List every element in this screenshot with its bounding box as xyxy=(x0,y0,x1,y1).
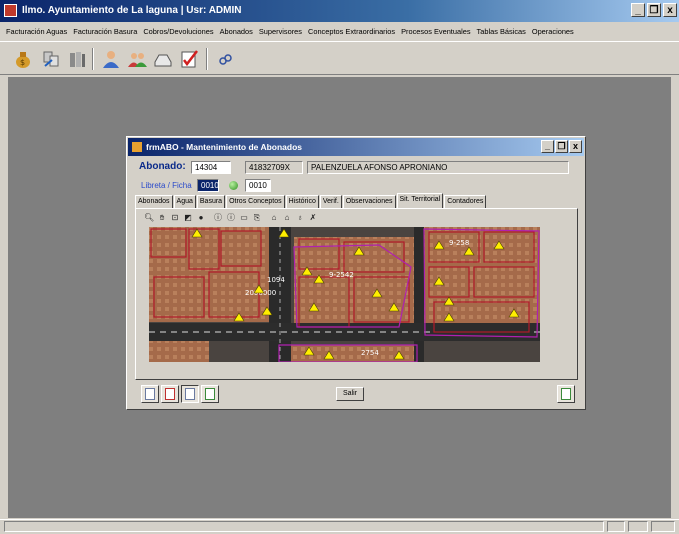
delete-record-button[interactable] xyxy=(161,385,179,403)
libreta-field[interactable]: 0010 xyxy=(197,179,219,192)
tray-icon[interactable] xyxy=(152,48,174,70)
form-icon xyxy=(132,142,142,152)
menu-tablas-basicas[interactable]: Tablas Básicas xyxy=(477,27,526,36)
dialog-minimize-button[interactable]: _ xyxy=(541,140,554,153)
map-label-9-258: 9-258 xyxy=(449,239,469,247)
menu-cobros-devoluciones[interactable]: Cobros/Devoluciones xyxy=(143,27,213,36)
app-titlebar: Ilmo. Ayuntamiento de La laguna | Usr: A… xyxy=(0,0,679,22)
print-record-button[interactable] xyxy=(201,385,219,403)
status-ok-icon xyxy=(229,181,238,190)
menu-procesos-eventuales[interactable]: Procesos Eventuales xyxy=(401,27,470,36)
status-bar xyxy=(0,519,679,534)
map-label-1094: 1094 xyxy=(267,276,285,284)
user-icon[interactable] xyxy=(100,48,122,70)
name-field[interactable]: PALENZUELA AFONSO APRONIANO xyxy=(307,161,569,174)
tab-agua[interactable]: Agua xyxy=(173,195,196,208)
export-document-button[interactable] xyxy=(557,385,575,403)
tab-abonados[interactable]: Abonados xyxy=(135,195,173,208)
new-record-button[interactable] xyxy=(141,385,159,403)
pan-hand-icon[interactable]: ✋︎ xyxy=(157,213,167,223)
restore-button[interactable]: ❐ xyxy=(647,3,661,17)
svg-text:$: $ xyxy=(20,58,25,67)
select-rect-icon[interactable]: ▭ xyxy=(239,213,249,223)
menu-operaciones[interactable]: Operaciones xyxy=(532,27,574,36)
books-icon[interactable] xyxy=(66,48,88,70)
ficha-field[interactable]: 0010 xyxy=(245,179,271,192)
abonados-dialog: frmABO - Mantenimiento de Abonados _ ❐ x… xyxy=(126,136,586,410)
globe-icon[interactable]: ● xyxy=(196,213,206,223)
measure-icon[interactable]: ⌂ xyxy=(269,213,279,223)
clear-icon[interactable]: ✗ xyxy=(308,213,318,223)
tab-sit-territorial[interactable]: Sit. Territorial xyxy=(396,193,444,208)
tab-otros-conceptos[interactable]: Otros Conceptos xyxy=(226,195,285,208)
territorial-panel: 🔍︎ ✋︎ ⊡ ◩ ● ⓘ ⓘ ▭ ⎘ ⌂ ⌂ ♁ ✗ 1094 9-2542 … xyxy=(135,208,578,380)
menu-conceptos-extraordinarios[interactable]: Conceptos Extraordinarios xyxy=(308,27,395,36)
abonado-label: Abonado: xyxy=(139,161,186,172)
area-icon[interactable]: ⌂ xyxy=(282,213,292,223)
menu-abonados[interactable]: Abonados xyxy=(220,27,253,36)
layers-icon[interactable]: ◩ xyxy=(183,213,193,223)
libreta-ficha-label: Libreta / Ficha xyxy=(141,181,192,190)
edit-record-button[interactable] xyxy=(181,385,199,403)
main-toolbar: $ xyxy=(0,41,679,75)
users-icon[interactable] xyxy=(126,48,148,70)
money-bag-icon[interactable]: $ xyxy=(12,48,34,70)
tab-contadores[interactable]: Contadores xyxy=(444,195,487,208)
menu-facturacion-aguas[interactable]: Facturación Aguas xyxy=(6,27,67,36)
map-side-panel xyxy=(542,227,570,362)
dialog-titlebar: frmABO - Mantenimiento de Abonados _ ❐ x xyxy=(128,138,584,156)
zoom-box-icon[interactable]: ⊡ xyxy=(170,213,180,223)
status-panel-2 xyxy=(628,521,648,532)
menu-facturacion-basura[interactable]: Facturación Basura xyxy=(73,27,137,36)
status-panel-3 xyxy=(651,521,675,532)
map-toolbar: 🔍︎ ✋︎ ⊡ ◩ ● ⓘ ⓘ ▭ ⎘ ⌂ ⌂ ♁ ✗ xyxy=(144,213,318,225)
menu-bar: Facturación Aguas Facturación Basura Cob… xyxy=(0,22,679,40)
close-button[interactable]: x xyxy=(663,3,677,17)
nif-field[interactable]: 41832709X xyxy=(245,161,303,174)
menu-supervisores[interactable]: Supervisores xyxy=(259,27,302,36)
map-label-2754: 2754 xyxy=(361,349,379,357)
tab-historico[interactable]: Histórico xyxy=(285,195,319,208)
checklist-icon[interactable] xyxy=(178,48,200,70)
keys-icon[interactable] xyxy=(214,48,236,70)
aerial-map[interactable]: 1094 2000000 9-2542 2754 9-258 xyxy=(149,227,540,362)
info-icon[interactable]: ⓘ xyxy=(213,213,223,223)
dialog-maximize-button[interactable]: ❐ xyxy=(555,140,568,153)
marker-icon[interactable]: ♁ xyxy=(295,213,305,223)
salir-button[interactable]: Salir xyxy=(336,387,364,401)
tab-strip: Abonados Agua Basura Otros Conceptos His… xyxy=(135,193,487,208)
status-panel-1 xyxy=(607,521,625,532)
app-title: Ilmo. Ayuntamiento de La laguna | Usr: A… xyxy=(22,5,242,16)
tab-basura[interactable]: Basura xyxy=(196,195,226,208)
transfer-icon[interactable] xyxy=(40,48,62,70)
abonado-id-field[interactable]: 14304 xyxy=(191,161,231,174)
zoom-icon[interactable]: 🔍︎ xyxy=(144,213,154,223)
status-panel-main xyxy=(4,521,604,532)
tab-observaciones[interactable]: Observaciones xyxy=(342,195,396,208)
identify-icon[interactable]: ⓘ xyxy=(226,213,236,223)
dialog-title: frmABO - Mantenimiento de Abonados xyxy=(146,142,302,152)
dialog-close-button[interactable]: x xyxy=(569,140,582,153)
app-icon xyxy=(4,4,17,17)
tab-verif[interactable]: Verif. xyxy=(319,195,342,208)
map-label-9-2542: 9-2542 xyxy=(329,271,354,279)
minimize-button[interactable]: _ xyxy=(631,3,645,17)
copy-icon[interactable]: ⎘ xyxy=(252,213,262,223)
